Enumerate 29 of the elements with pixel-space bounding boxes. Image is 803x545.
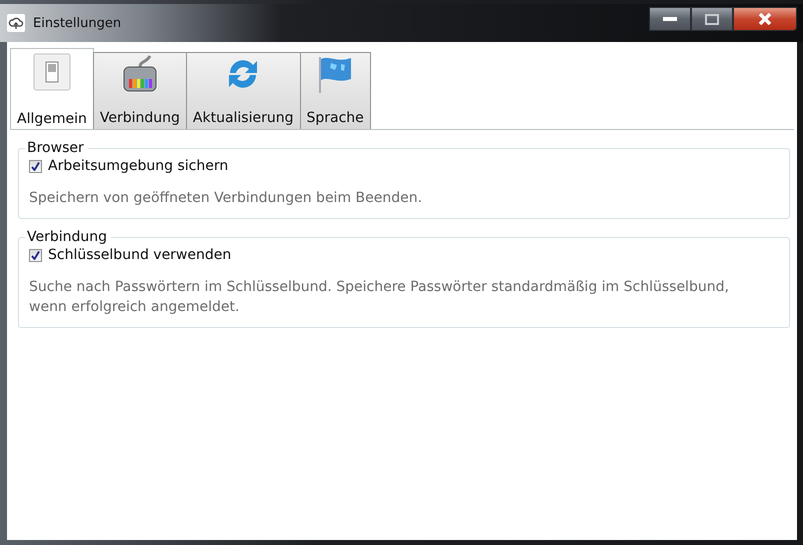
window-title: Einstellungen — [33, 16, 122, 30]
maximize-icon — [705, 14, 719, 24]
tab[interactable]: Verbindung — [92, 52, 187, 130]
group-title: Verbindung — [26, 229, 108, 245]
minimize-icon — [663, 17, 677, 21]
cloud-icon — [7, 14, 25, 32]
group-title: Browser — [26, 140, 85, 156]
description-text: Speichern von geöffneten Verbindungen beim Beenden. — [29, 189, 424, 208]
check-icon — [31, 162, 40, 170]
checkbox[interactable] — [29, 160, 42, 172]
minimize-button[interactable] — [649, 7, 691, 31]
tab-label: Verbindung — [100, 110, 180, 126]
checkbox[interactable] — [29, 248, 42, 262]
tab-label: Sprache — [306, 110, 364, 126]
maximize-button[interactable] — [691, 7, 733, 31]
tab[interactable]: Allgemein — [10, 48, 94, 130]
checkbox-label: Arbeitsumgebung sichern — [48, 158, 228, 174]
close-button[interactable] — [733, 7, 797, 31]
checkbox-label: Schlüsselbund verwenden — [48, 247, 232, 263]
check-icon — [31, 250, 40, 260]
tab-label: Aktualisierung — [192, 110, 294, 126]
checkbox-option[interactable]: Arbeitsumgebung sichern — [29, 158, 781, 174]
tab-label: Allgemein — [17, 111, 87, 127]
close-icon — [758, 13, 772, 25]
tab[interactable]: Aktualisierung — [186, 52, 300, 130]
description-text: Suche nach Passwörtern im Schlüsselbund. Speichere Passwörter standardmäßig im Schlüsselbund, wenn erfolgreich angemeldet. — [29, 278, 730, 317]
checkbox-option[interactable]: Schlüsselbund verwenden — [29, 247, 781, 263]
tab[interactable]: Sprache — [300, 52, 371, 130]
switch-icon — [32, 53, 71, 91]
